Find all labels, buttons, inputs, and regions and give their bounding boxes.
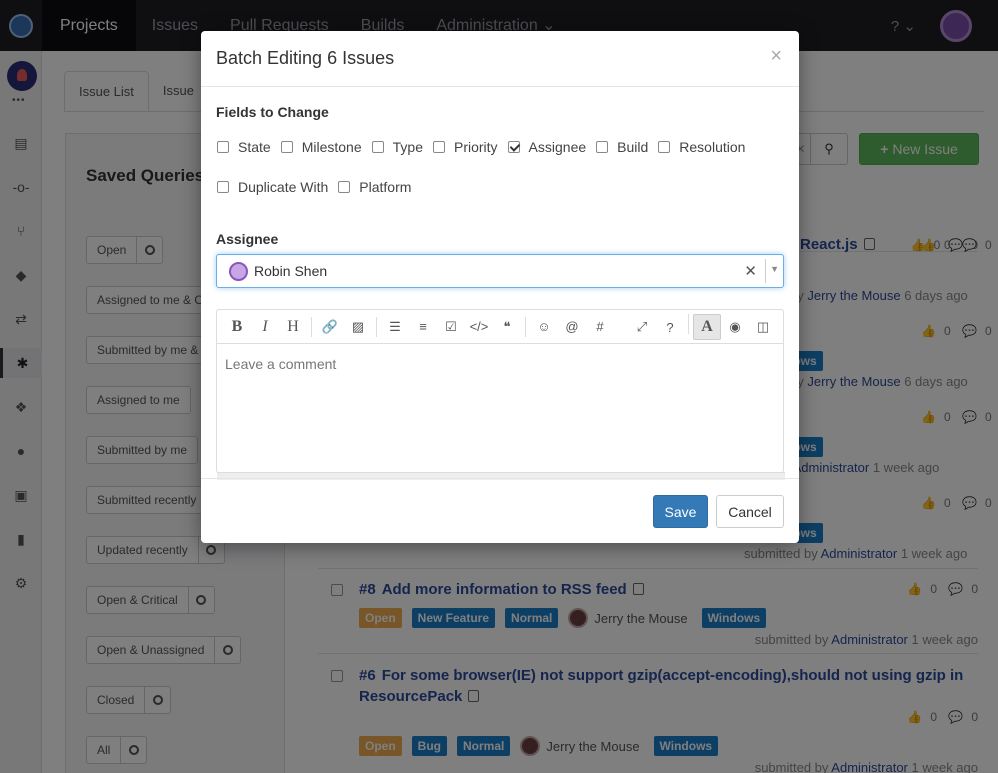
bullet-list-icon[interactable]: ☰ [381, 314, 409, 340]
edit-mode-icon[interactable]: A [693, 314, 721, 340]
assignee-select[interactable]: Robin Shen ✕ ▼ [216, 254, 784, 288]
task-list-icon[interactable]: ☑ [437, 314, 465, 340]
split-view-icon[interactable]: ◫ [749, 314, 777, 340]
avatar [229, 262, 248, 281]
save-button[interactable]: Save [653, 495, 708, 528]
field-checkbox-milestone[interactable]: Milestone [280, 139, 362, 155]
field-checkbox-state[interactable]: State [217, 139, 271, 155]
modal-header: Batch Editing 6 Issues × [201, 31, 799, 87]
help-icon[interactable]: ? [656, 314, 684, 340]
close-icon[interactable]: × [770, 45, 782, 68]
clear-icon[interactable]: ✕ [744, 262, 757, 280]
fields-row-1: State Milestone Type Priority Assignee B… [217, 139, 755, 155]
editor-toolbar: B I H 🔗 ▨ ☰ ≡ ☑ </> ❝ ☺ @ # ⤢ ? A ◉ ◫ [217, 310, 783, 344]
batch-edit-modal: Batch Editing 6 Issues × Fields to Chang… [201, 31, 799, 543]
comment-textarea[interactable]: Leave a comment [225, 356, 336, 372]
assignee-selected-value: Robin Shen [254, 263, 328, 279]
field-checkbox-platform[interactable]: Platform [338, 179, 411, 195]
chevron-down-icon[interactable]: ▼ [770, 264, 779, 274]
hash-icon[interactable]: # [586, 314, 614, 340]
italic-icon[interactable]: I [251, 314, 279, 340]
code-icon[interactable]: </> [465, 314, 493, 340]
modal-title: Batch Editing 6 Issues [216, 48, 395, 68]
modal-footer: Save Cancel [201, 478, 799, 543]
field-checkbox-type[interactable]: Type [371, 139, 423, 155]
preview-icon[interactable]: ◉ [721, 314, 749, 340]
assignee-label: Assignee [216, 231, 279, 247]
field-checkbox-resolution[interactable]: Resolution [658, 139, 745, 155]
image-icon[interactable]: ▨ [344, 314, 372, 340]
mention-icon[interactable]: @ [558, 314, 586, 340]
emoji-icon[interactable]: ☺ [530, 314, 558, 340]
ordered-list-icon[interactable]: ≡ [409, 314, 437, 340]
field-checkbox-build[interactable]: Build [596, 139, 648, 155]
comment-editor: B I H 🔗 ▨ ☰ ≡ ☑ </> ❝ ☺ @ # ⤢ ? A ◉ ◫ Le… [216, 309, 785, 480]
heading-icon[interactable]: H [279, 314, 307, 340]
fields-to-change-label: Fields to Change [216, 104, 329, 120]
field-checkbox-duplicate-with[interactable]: Duplicate With [217, 179, 328, 195]
cancel-button[interactable]: Cancel [716, 495, 784, 528]
quote-icon[interactable]: ❝ [493, 314, 521, 340]
link-icon[interactable]: 🔗 [316, 314, 344, 340]
field-checkbox-assignee[interactable]: Assignee [507, 139, 586, 155]
fullscreen-icon[interactable]: ⤢ [628, 314, 656, 340]
bold-icon[interactable]: B [223, 314, 251, 340]
field-checkbox-priority[interactable]: Priority [432, 139, 498, 155]
fields-row-2: Duplicate With Platform [217, 179, 421, 195]
